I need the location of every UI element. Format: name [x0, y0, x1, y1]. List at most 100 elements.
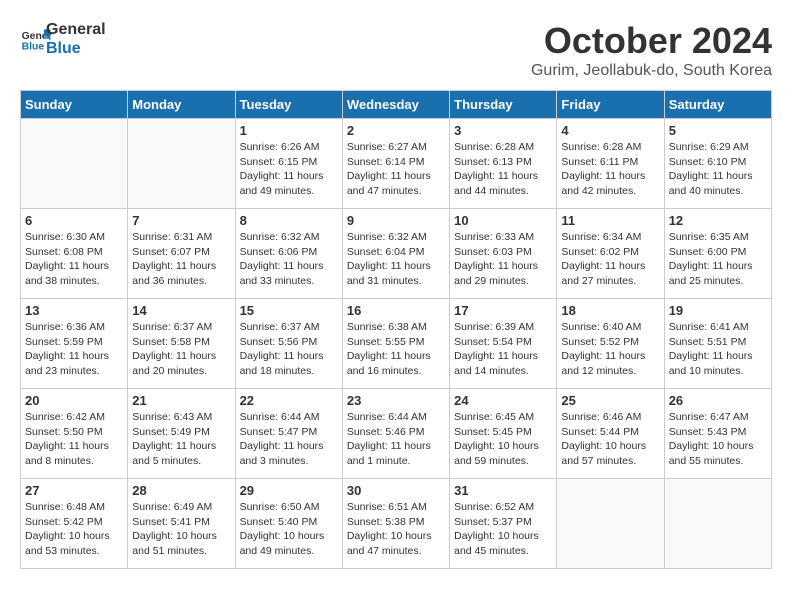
- cell-content: Sunrise: 6:32 AMSunset: 6:04 PMDaylight:…: [347, 230, 445, 289]
- calendar-cell: 24 Sunrise: 6:45 AMSunset: 5:45 PMDayligh…: [450, 389, 557, 479]
- weekday-header-thursday: Thursday: [450, 91, 557, 119]
- calendar-cell: 10 Sunrise: 6:33 AMSunset: 6:03 PMDayligh…: [450, 209, 557, 299]
- cell-content: Sunrise: 6:52 AMSunset: 5:37 PMDaylight:…: [454, 500, 552, 559]
- weekday-header-wednesday: Wednesday: [342, 91, 449, 119]
- day-number: 20: [25, 393, 123, 408]
- calendar-cell: 16 Sunrise: 6:38 AMSunset: 5:55 PMDayligh…: [342, 299, 449, 389]
- day-number: 1: [240, 123, 338, 138]
- cell-content: Sunrise: 6:40 AMSunset: 5:52 PMDaylight:…: [561, 320, 659, 379]
- month-title: October 2024: [531, 20, 772, 62]
- cell-content: Sunrise: 6:31 AMSunset: 6:07 PMDaylight:…: [132, 230, 230, 289]
- calendar-week-1: 1 Sunrise: 6:26 AMSunset: 6:15 PMDaylight…: [21, 119, 772, 209]
- calendar-cell: 13Sunrise: 6:36 AMSunset: 5:59 PMDayligh…: [21, 299, 128, 389]
- cell-content: Sunrise: 6:45 AMSunset: 5:45 PMDaylight:…: [454, 410, 552, 469]
- day-number: 29: [240, 483, 338, 498]
- day-number: 15: [240, 303, 338, 318]
- calendar-cell: 8Sunrise: 6:32 AMSunset: 6:06 PMDaylight…: [235, 209, 342, 299]
- calendar-cell: 22 Sunrise: 6:44 AMSunset: 5:47 PMDayligh…: [235, 389, 342, 479]
- cell-content: Sunrise: 6:35 AMSunset: 6:00 PMDaylight:…: [669, 230, 767, 289]
- day-number: 4: [561, 123, 659, 138]
- day-number: 7: [132, 213, 230, 228]
- cell-content: Sunrise: 6:34 AMSunset: 6:02 PMDaylight:…: [561, 230, 659, 289]
- cell-content: Sunrise: 6:38 AMSunset: 5:55 PMDaylight:…: [347, 320, 445, 379]
- calendar-cell: 9 Sunrise: 6:32 AMSunset: 6:04 PMDaylight…: [342, 209, 449, 299]
- calendar-week-4: 20Sunrise: 6:42 AMSunset: 5:50 PMDayligh…: [21, 389, 772, 479]
- day-number: 14: [132, 303, 230, 318]
- calendar-cell: 12Sunrise: 6:35 AMSunset: 6:00 PMDayligh…: [664, 209, 771, 299]
- calendar-cell: 2Sunrise: 6:27 AMSunset: 6:14 PMDaylight…: [342, 119, 449, 209]
- cell-content: Sunrise: 6:37 AMSunset: 5:58 PMDaylight:…: [132, 320, 230, 379]
- day-number: 11: [561, 213, 659, 228]
- cell-content: Sunrise: 6:30 AMSunset: 6:08 PMDaylight:…: [25, 230, 123, 289]
- day-number: 9: [347, 213, 445, 228]
- cell-content: Sunrise: 6:29 AMSunset: 6:10 PMDaylight:…: [669, 140, 767, 199]
- calendar-cell: [128, 119, 235, 209]
- weekday-header-sunday: Sunday: [21, 91, 128, 119]
- calendar-cell: 30 Sunrise: 6:51 AMSunset: 5:38 PMDayligh…: [342, 479, 449, 569]
- day-number: 3: [454, 123, 552, 138]
- cell-content: Sunrise: 6:50 AMSunset: 5:40 PMDaylight:…: [240, 500, 338, 559]
- day-number: 27: [25, 483, 123, 498]
- calendar-body: 1 Sunrise: 6:26 AMSunset: 6:15 PMDaylight…: [21, 119, 772, 569]
- day-number: 16: [347, 303, 445, 318]
- calendar-cell: 17Sunrise: 6:39 AMSunset: 5:54 PMDayligh…: [450, 299, 557, 389]
- weekday-header-friday: Friday: [557, 91, 664, 119]
- calendar-cell: 26Sunrise: 6:47 AMSunset: 5:43 PMDayligh…: [664, 389, 771, 479]
- day-number: 10: [454, 213, 552, 228]
- cell-content: Sunrise: 6:28 AMSunset: 6:11 PMDaylight:…: [561, 140, 659, 199]
- logo: General Blue General Blue: [20, 20, 106, 58]
- day-number: 30: [347, 483, 445, 498]
- location-title: Gurim, Jeollabuk-do, South Korea: [531, 62, 772, 80]
- calendar-cell: 3 Sunrise: 6:28 AMSunset: 6:13 PMDaylight…: [450, 119, 557, 209]
- calendar-cell: 29 Sunrise: 6:50 AMSunset: 5:40 PMDayligh…: [235, 479, 342, 569]
- day-number: 19: [669, 303, 767, 318]
- cell-content: Sunrise: 6:44 AMSunset: 5:47 PMDaylight:…: [240, 410, 338, 469]
- calendar-week-5: 27 Sunrise: 6:48 AMSunset: 5:42 PMDayligh…: [21, 479, 772, 569]
- cell-content: Sunrise: 6:32 AMSunset: 6:06 PMDaylight:…: [240, 230, 338, 289]
- calendar-cell: 31 Sunrise: 6:52 AMSunset: 5:37 PMDayligh…: [450, 479, 557, 569]
- day-number: 31: [454, 483, 552, 498]
- calendar-cell: [664, 479, 771, 569]
- day-number: 5: [669, 123, 767, 138]
- calendar-cell: [557, 479, 664, 569]
- calendar-cell: 23Sunrise: 6:44 AMSunset: 5:46 PMDayligh…: [342, 389, 449, 479]
- calendar-cell: 25Sunrise: 6:46 AMSunset: 5:44 PMDayligh…: [557, 389, 664, 479]
- cell-content: Sunrise: 6:48 AMSunset: 5:42 PMDaylight:…: [25, 500, 123, 559]
- calendar-cell: 11 Sunrise: 6:34 AMSunset: 6:02 PMDayligh…: [557, 209, 664, 299]
- calendar-cell: 6 Sunrise: 6:30 AMSunset: 6:08 PMDaylight…: [21, 209, 128, 299]
- day-number: 22: [240, 393, 338, 408]
- calendar-cell: 20Sunrise: 6:42 AMSunset: 5:50 PMDayligh…: [21, 389, 128, 479]
- calendar-cell: [21, 119, 128, 209]
- calendar-cell: 27 Sunrise: 6:48 AMSunset: 5:42 PMDayligh…: [21, 479, 128, 569]
- calendar-cell: 14 Sunrise: 6:37 AMSunset: 5:58 PMDayligh…: [128, 299, 235, 389]
- weekday-header-tuesday: Tuesday: [235, 91, 342, 119]
- cell-content: Sunrise: 6:37 AMSunset: 5:56 PMDaylight:…: [240, 320, 338, 379]
- cell-content: Sunrise: 6:43 AMSunset: 5:49 PMDaylight:…: [132, 410, 230, 469]
- cell-content: Sunrise: 6:47 AMSunset: 5:43 PMDaylight:…: [669, 410, 767, 469]
- calendar-header-row: SundayMondayTuesdayWednesdayThursdayFrid…: [21, 91, 772, 119]
- svg-text:Blue: Blue: [22, 42, 45, 53]
- cell-content: Sunrise: 6:46 AMSunset: 5:44 PMDaylight:…: [561, 410, 659, 469]
- cell-content: Sunrise: 6:51 AMSunset: 5:38 PMDaylight:…: [347, 500, 445, 559]
- calendar-cell: 5 Sunrise: 6:29 AMSunset: 6:10 PMDaylight…: [664, 119, 771, 209]
- day-number: 21: [132, 393, 230, 408]
- calendar-week-3: 13Sunrise: 6:36 AMSunset: 5:59 PMDayligh…: [21, 299, 772, 389]
- cell-content: Sunrise: 6:49 AMSunset: 5:41 PMDaylight:…: [132, 500, 230, 559]
- day-number: 2: [347, 123, 445, 138]
- day-number: 6: [25, 213, 123, 228]
- calendar-cell: 18Sunrise: 6:40 AMSunset: 5:52 PMDayligh…: [557, 299, 664, 389]
- title-area: October 2024 Gurim, Jeollabuk-do, South …: [531, 20, 772, 80]
- cell-content: Sunrise: 6:28 AMSunset: 6:13 PMDaylight:…: [454, 140, 552, 199]
- logo-blue: Blue: [46, 39, 106, 58]
- cell-content: Sunrise: 6:33 AMSunset: 6:03 PMDaylight:…: [454, 230, 552, 289]
- cell-content: Sunrise: 6:39 AMSunset: 5:54 PMDaylight:…: [454, 320, 552, 379]
- calendar-cell: 19 Sunrise: 6:41 AMSunset: 5:51 PMDayligh…: [664, 299, 771, 389]
- day-number: 23: [347, 393, 445, 408]
- calendar-table: SundayMondayTuesdayWednesdayThursdayFrid…: [20, 90, 772, 569]
- cell-content: Sunrise: 6:26 AMSunset: 6:15 PMDaylight:…: [240, 140, 338, 199]
- calendar-cell: 28 Sunrise: 6:49 AMSunset: 5:41 PMDayligh…: [128, 479, 235, 569]
- day-number: 28: [132, 483, 230, 498]
- weekday-header-monday: Monday: [128, 91, 235, 119]
- day-number: 24: [454, 393, 552, 408]
- cell-content: Sunrise: 6:41 AMSunset: 5:51 PMDaylight:…: [669, 320, 767, 379]
